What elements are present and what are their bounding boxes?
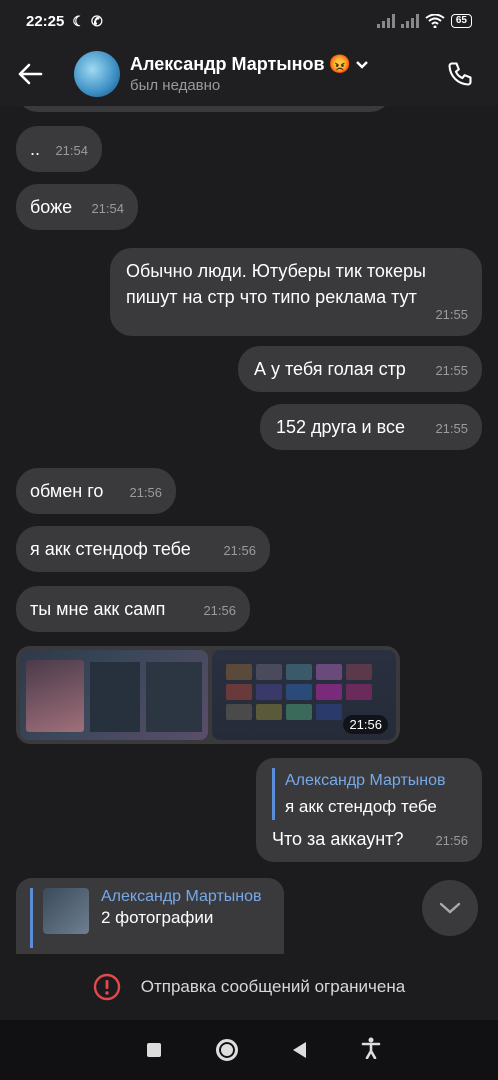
message-bubble[interactable]: боже 21:54: [16, 184, 138, 230]
contact-status: был недавно: [130, 77, 221, 94]
pinned-author: Александр Мартынов: [101, 888, 262, 905]
message-bubble[interactable]: ты мне акк самп 21:56: [16, 586, 250, 632]
chevron-down-icon: [439, 902, 461, 914]
home-button[interactable]: [216, 1039, 239, 1061]
message-time: 21:56: [129, 485, 162, 500]
chevron-down-icon: [356, 60, 368, 69]
photo-album[interactable]: 21:56: [16, 646, 400, 744]
message-text: я акк стендоф тебе: [30, 539, 191, 559]
message-text: обмен го: [30, 481, 104, 501]
accessibility-icon: [361, 1037, 380, 1059]
message-time: 21:55: [435, 307, 468, 322]
square-icon: [147, 1043, 162, 1057]
accessibility-button[interactable]: [361, 1037, 381, 1064]
battery-indicator: 65: [450, 14, 472, 28]
chat-area[interactable]: .. 21:54 боже 21:54 Обычно люди. Ютуберы…: [0, 106, 498, 954]
message-time: 21:56: [435, 833, 468, 848]
message-text: ты мне акк самп: [30, 599, 166, 619]
chat-header: Александр Мартынов 😡 был недавно: [0, 42, 498, 106]
header-info[interactable]: Александр Мартынов 😡 был недавно: [130, 54, 369, 94]
message-time: 21:56: [203, 603, 236, 618]
photo-thumbnail: [43, 888, 89, 934]
message-text: А у тебя голая стр: [254, 359, 406, 379]
message-partial: [16, 106, 392, 112]
angry-emoji-icon: 😡: [328, 54, 352, 74]
warning-icon: [93, 973, 120, 1001]
message-text-line: Обычно люди. Ютуберы тик токеры: [126, 261, 426, 281]
message-text: боже: [30, 197, 73, 217]
reply-quote[interactable]: Александр Мартынов я акк стендоф тебе: [272, 768, 466, 820]
reply-author: Александр Мартынов: [285, 772, 446, 789]
message-text: 152 друга и все: [276, 417, 405, 437]
call-button[interactable]: [438, 52, 482, 96]
wifi-icon: [425, 14, 445, 28]
pinned-reply-preview[interactable]: Александр Мартынов 2 фотографии: [16, 878, 284, 954]
scroll-down-button[interactable]: [422, 880, 478, 936]
photo-thumbnail[interactable]: [20, 650, 208, 740]
back-button[interactable]: [0, 44, 60, 104]
message-bubble[interactable]: обмен го 21:56: [16, 468, 176, 514]
message-bubble[interactable]: .. 21:54: [16, 126, 102, 172]
message-bubble[interactable]: я акк стендоф тебе 21:56: [16, 526, 270, 572]
phone-icon: [448, 62, 472, 86]
triangle-left-icon: [292, 1042, 306, 1058]
message-time: 21:54: [55, 143, 88, 158]
reply-text: я акк стендоф тебе: [285, 797, 437, 816]
message-bubble[interactable]: 152 друга и все 21:55: [260, 404, 482, 450]
message-bubble[interactable]: А у тебя голая стр 21:55: [238, 346, 482, 392]
message-time: 21:56: [223, 543, 256, 558]
status-bar: 22:25 ☾ ✆ 65: [0, 0, 498, 42]
arrow-left-icon: [18, 63, 43, 85]
avatar[interactable]: [74, 51, 120, 97]
message-text-line: пишут на стр что типо реклама тут: [126, 287, 417, 307]
message-text: ..: [30, 139, 41, 159]
restriction-text: Отправка сообщений ограничена: [140, 977, 406, 996]
system-navbar: [0, 1020, 498, 1080]
message-time: 21:55: [435, 421, 468, 436]
signal-icon: [376, 14, 395, 28]
contact-name: Александр Мартынов: [130, 54, 325, 74]
restriction-banner: Отправка сообщений ограничена: [0, 954, 498, 1020]
message-time: 21:54: [91, 201, 124, 216]
message-time: 21:56: [343, 715, 388, 734]
phone-small-icon: ✆: [90, 12, 103, 29]
message-time: 21:55: [435, 363, 468, 378]
recents-button[interactable]: [147, 1043, 162, 1057]
pinned-quote: Александр Мартынов 2 фотографии: [30, 888, 262, 948]
status-time: 22:25: [26, 12, 65, 30]
moon-icon: ☾: [72, 12, 85, 29]
message-bubble[interactable]: Обычно люди. Ютуберы тик токеры пишут на…: [110, 248, 482, 336]
pinned-text: 2 фотографии: [101, 908, 214, 927]
signal-icon-2: [400, 14, 419, 28]
message-bubble-reply[interactable]: Александр Мартынов я акк стендоф тебе Чт…: [256, 758, 482, 862]
back-nav-button[interactable]: [292, 1042, 306, 1058]
circle-icon: [216, 1039, 239, 1061]
